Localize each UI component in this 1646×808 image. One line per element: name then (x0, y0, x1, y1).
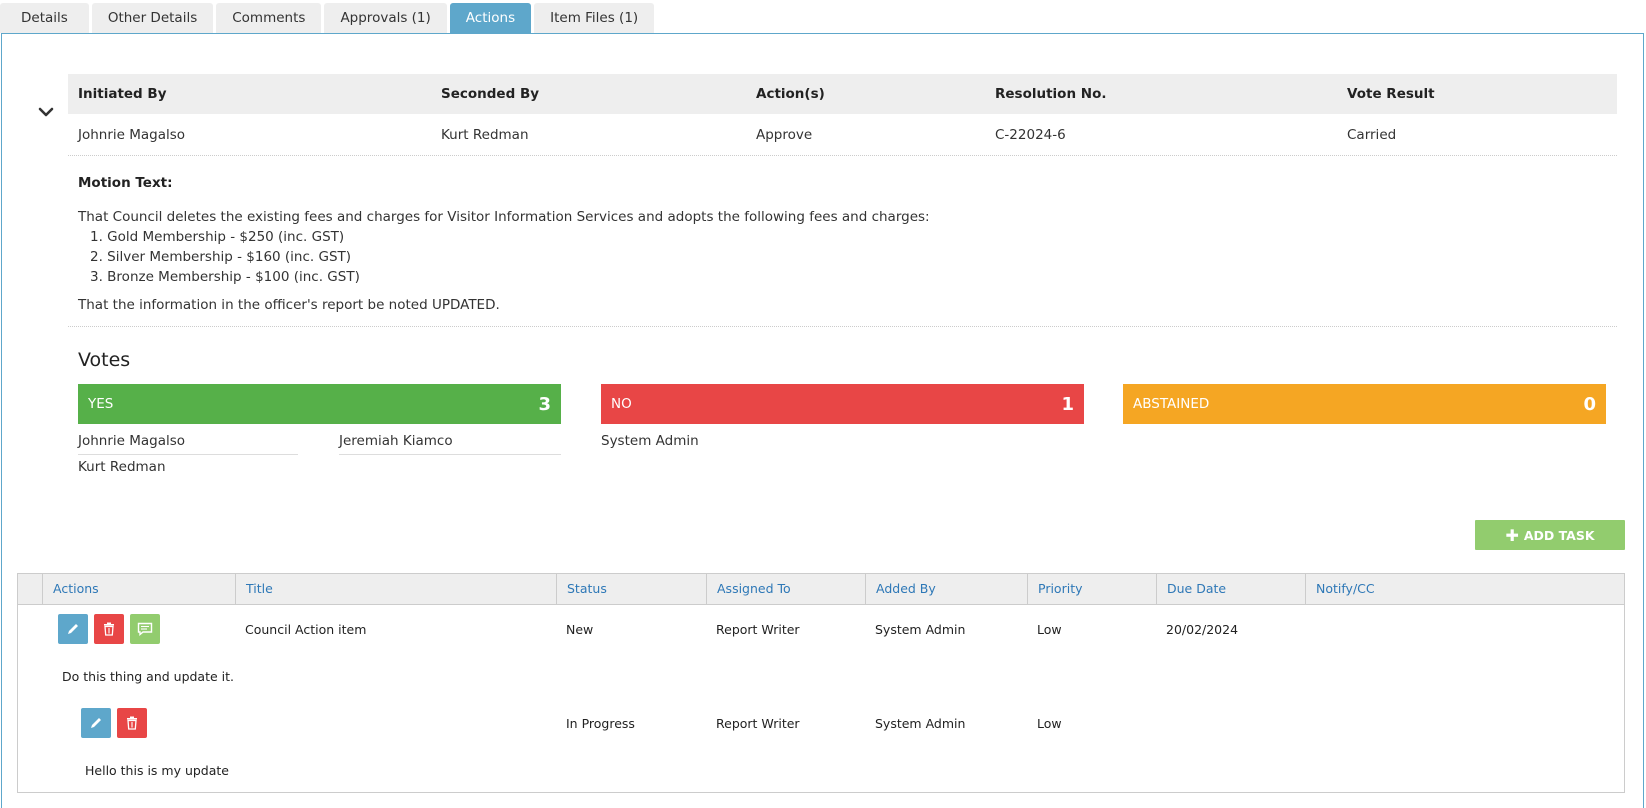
voter-yes: Jeremiah Kiamco (339, 429, 561, 455)
task-grid: Actions Title Status Assigned To Added B… (17, 573, 1625, 793)
voter-no: System Admin (601, 433, 699, 449)
task-title[interactable]: Council Action item (245, 622, 366, 637)
vote-abstained-bar: ABSTAINED 0 (1123, 384, 1606, 424)
task-description: Do this thing and update it. (62, 669, 235, 684)
motion-text-label: Motion Text: (78, 175, 173, 191)
pencil-icon (68, 624, 78, 634)
grid-header-status[interactable]: Status (556, 574, 706, 604)
list-item: 2. Silver Membership - $160 (inc. GST) (90, 249, 352, 265)
grid-header-title[interactable]: Title (235, 574, 556, 604)
tab-approvals[interactable]: Approvals (1) (324, 3, 447, 33)
header-vote-result: Vote Result (1347, 86, 1435, 102)
votes-title: Votes (78, 349, 131, 371)
tab-details[interactable]: Details (0, 3, 89, 33)
motion-text: That Council deletes the existing fees a… (78, 207, 930, 287)
chevron-down-icon[interactable] (38, 104, 54, 120)
tab-actions[interactable]: Actions (449, 3, 532, 33)
tab-item-files[interactable]: Item Files (1) (534, 3, 655, 33)
update-description: Hello this is my update (85, 763, 229, 778)
motion-fee-list: 1. Gold Membership - $250 (inc. GST) 2. … (90, 227, 930, 287)
comment-task-button[interactable] (130, 614, 160, 644)
header-actions: Action(s) (756, 86, 825, 102)
motion-table-row: Johnrie Magalso Kurt Redman Approve C-22… (68, 114, 1617, 156)
seconded-by-value: Kurt Redman (441, 126, 529, 143)
motion-table: Initiated By Seconded By Action(s) Resol… (68, 74, 1617, 156)
actions-value: Approve (756, 126, 813, 143)
vote-yes-bar: YES 3 (78, 384, 561, 424)
grid-header-notify-cc[interactable]: Notify/CC (1305, 574, 1624, 604)
tab-other-details[interactable]: Other Details (91, 3, 214, 33)
delete-task-button[interactable] (94, 614, 124, 644)
task-assigned-to: Report Writer (716, 622, 800, 637)
edit-task-button[interactable] (58, 614, 88, 644)
vote-no-bar: NO 1 (601, 384, 1084, 424)
header-seconded-by: Seconded By (441, 86, 540, 102)
list-item: 3. Bronze Membership - $100 (inc. GST) (90, 269, 360, 285)
task-status: New (566, 622, 594, 637)
edit-update-button[interactable] (81, 708, 111, 738)
task-added-by: System Admin (875, 622, 966, 637)
vote-yes-label: YES (88, 396, 114, 412)
tab-comments[interactable]: Comments (216, 3, 322, 33)
task-grid-header: Actions Title Status Assigned To Added B… (18, 574, 1624, 605)
initiated-by-value: Johnrie Magalso (78, 126, 186, 143)
vote-result-value: Carried (1347, 126, 1397, 143)
list-item: 1. Gold Membership - $250 (inc. GST) (90, 229, 345, 245)
grid-header-spacer (18, 574, 42, 604)
update-assigned-to: Report Writer (716, 716, 800, 731)
grid-header-assigned-to[interactable]: Assigned To (706, 574, 865, 604)
vote-no-label: NO (611, 396, 632, 412)
grid-header-added-by[interactable]: Added By (865, 574, 1027, 604)
voter-yes: Johnrie Magalso (78, 429, 298, 455)
motion-table-header: Initiated By Seconded By Action(s) Resol… (68, 74, 1617, 114)
vote-abstained-label: ABSTAINED (1133, 396, 1210, 412)
update-priority: Low (1037, 716, 1062, 731)
divider (68, 326, 1617, 327)
motion-text-intro: That Council deletes the existing fees a… (78, 209, 930, 225)
vote-no-count: 1 (1061, 393, 1074, 415)
delete-update-button[interactable] (117, 708, 147, 738)
grid-header-due-date[interactable]: Due Date (1156, 574, 1305, 604)
update-added-by: System Admin (875, 716, 966, 731)
resolution-no-value: C-22024-6 (995, 126, 1066, 143)
grid-header-actions[interactable]: Actions (42, 574, 253, 604)
task-priority: Low (1037, 622, 1062, 637)
vote-abstained-count: 0 (1583, 393, 1596, 415)
add-task-label: ADD TASK (1523, 527, 1595, 543)
motion-text-note: That the information in the officer's re… (78, 297, 500, 313)
vote-yes-count: 3 (538, 393, 551, 415)
trash-icon (127, 716, 137, 730)
update-status: In Progress (566, 716, 635, 731)
task-due-date: 20/02/2024 (1166, 622, 1239, 637)
pencil-icon (91, 718, 101, 728)
header-resolution-no: Resolution No. (995, 86, 1107, 102)
plus-icon: ✚ (1505, 525, 1519, 545)
tab-bar: Details Other Details Comments Approvals… (0, 3, 657, 34)
add-task-button[interactable]: ✚ ADD TASK (1475, 520, 1625, 550)
voter-yes: Kurt Redman (78, 459, 166, 475)
grid-header-priority[interactable]: Priority (1027, 574, 1156, 604)
header-initiated-by: Initiated By (78, 86, 167, 102)
trash-icon (104, 622, 114, 636)
comment-icon (137, 622, 153, 636)
